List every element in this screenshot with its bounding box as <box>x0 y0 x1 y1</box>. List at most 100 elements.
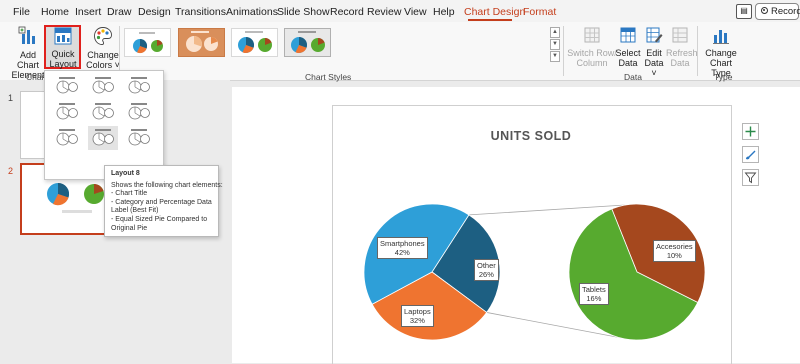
edit-data-icon <box>646 27 663 43</box>
change-colors-label-2: Colors ˅ <box>86 60 120 70</box>
edit-data-label-2: Data ˅ <box>644 58 664 78</box>
layout-option-9[interactable] <box>128 129 150 146</box>
layout-option-1[interactable] <box>56 77 78 94</box>
gallery-scroll-down-icon[interactable]: ▼ <box>550 39 560 50</box>
slide-number-1: 1 <box>8 93 14 103</box>
data-label-smartphones-value: 42 <box>394 248 404 257</box>
layout-option-4[interactable] <box>56 103 78 120</box>
ribbon-separator <box>119 26 120 76</box>
group-label-data: Data <box>624 72 642 82</box>
group-label-chart-styles: Chart Styles <box>305 72 352 82</box>
data-label-laptops[interactable]: Laptops 32% <box>401 305 434 327</box>
tab-insert[interactable]: Insert <box>75 6 101 18</box>
tooltip-line: - Category and Percentage Data <box>111 198 212 206</box>
tab-design[interactable]: Design <box>138 6 171 18</box>
change-colors-button[interactable]: Change Colors ˅ <box>86 26 120 70</box>
edit-data-button[interactable]: Edit Data ˅ <box>641 26 667 78</box>
chart-title[interactable]: UNITS SOLD <box>332 129 730 143</box>
select-data-icon <box>620 27 636 43</box>
ribbon-separator <box>563 26 564 76</box>
refresh-data-button[interactable]: Refresh Data <box>666 26 698 68</box>
switch-row-column-icon <box>584 27 600 43</box>
layout-option-5[interactable] <box>92 103 114 120</box>
record-button[interactable]: Record <box>755 3 800 20</box>
layout-tooltip: Layout 8 Shows the following chart eleme… <box>104 165 223 237</box>
chart-style-2[interactable] <box>178 28 225 57</box>
tab-file[interactable]: File <box>13 6 30 18</box>
plus-icon <box>745 126 756 137</box>
data-label-other[interactable]: Other 26% <box>474 259 499 281</box>
data-label-smartphones-category: Smartphones <box>380 239 425 248</box>
switch-row-column-label-1: Switch Row/ <box>567 48 617 58</box>
select-data-label-2: Data <box>618 58 638 68</box>
tab-draw[interactable]: Draw <box>107 6 132 18</box>
change-chart-type-label-1: Change <box>705 48 737 58</box>
tooltip-line: Label (Best Fit) <box>111 207 159 215</box>
comments-icon[interactable]: ▤ <box>736 4 752 19</box>
data-label-tablets-category: Tablets <box>582 285 606 294</box>
record-icon <box>761 7 768 14</box>
tooltip-line: Original Pie <box>111 224 148 232</box>
connector-line-1 <box>468 204 626 216</box>
chart-style-1[interactable] <box>124 28 171 57</box>
chart-style-4-selected[interactable] <box>284 28 331 57</box>
layout-option-2[interactable] <box>92 77 114 94</box>
menu-bar: File Home Insert Draw Design Transitions… <box>0 0 800 22</box>
add-chart-element-icon <box>18 26 35 44</box>
tooltip-title: Layout 8 <box>111 170 140 177</box>
active-tab-underline <box>468 19 512 21</box>
chart-filters-button[interactable] <box>742 169 759 186</box>
pie-of-pie-chart[interactable] <box>340 180 730 363</box>
layout-option-7[interactable] <box>56 129 78 146</box>
tab-help[interactable]: Help <box>433 6 455 18</box>
chart-styles-button[interactable] <box>742 146 759 163</box>
change-colors-label-1: Change <box>87 50 119 60</box>
quick-layout-gallery <box>44 70 164 180</box>
tab-home[interactable]: Home <box>41 6 69 18</box>
filter-icon <box>744 172 757 184</box>
chart-style-2-preview <box>186 31 218 52</box>
refresh-data-icon <box>672 27 688 43</box>
switch-row-column-label-2: Column <box>576 58 608 68</box>
data-label-laptops-category: Laptops <box>404 307 431 316</box>
data-label-accesories-category: Accesories <box>656 242 693 251</box>
record-button-label: Record <box>771 6 800 17</box>
quick-layout-label-1: Quick <box>51 49 75 59</box>
chart-style-3-preview <box>238 31 272 54</box>
chart-style-3[interactable] <box>231 28 278 57</box>
gallery-more-icon[interactable]: ▼ <box>550 51 560 62</box>
ribbon-separator <box>697 26 698 76</box>
chart-style-4-preview <box>291 31 325 54</box>
tab-transitions[interactable]: Transitions <box>175 6 226 18</box>
tab-chart-design[interactable]: Chart Design <box>464 6 525 18</box>
switch-row-column-button[interactable]: Switch Row/ Column <box>567 26 617 68</box>
tooltip-line: Shows the following chart elements: <box>111 181 223 189</box>
tab-review[interactable]: Review <box>367 6 401 18</box>
group-label-type: Type <box>714 72 733 82</box>
gallery-scroll-up-icon[interactable]: ▲ <box>550 27 560 38</box>
secondary-pie <box>568 203 706 341</box>
data-label-accesories[interactable]: Accesories 10% <box>653 240 696 262</box>
tab-animations[interactable]: Animations <box>226 6 278 18</box>
tab-record[interactable]: Record <box>330 6 364 18</box>
data-label-smartphones[interactable]: Smartphones 42% <box>377 237 428 259</box>
refresh-data-label-1: Refresh <box>666 48 698 58</box>
data-label-tablets[interactable]: Tablets 16% <box>579 283 609 305</box>
layout-option-3[interactable] <box>128 77 150 94</box>
tab-format[interactable]: Format <box>523 6 556 18</box>
layout-option-6[interactable] <box>128 103 150 120</box>
select-data-button[interactable]: Select Data <box>614 26 642 68</box>
change-chart-type-button[interactable]: Change Chart Type <box>700 26 742 78</box>
refresh-data-label-2: Data <box>670 58 690 68</box>
chart-style-1-preview <box>133 32 163 54</box>
layout-option-8[interactable] <box>88 126 118 150</box>
data-label-laptops-value: 32 <box>409 316 419 325</box>
chart-elements-button[interactable] <box>742 123 759 140</box>
tab-slide-show[interactable]: Slide Show <box>277 6 330 18</box>
slide-number-2: 2 <box>8 166 14 176</box>
edit-data-label-1: Edit <box>646 48 662 58</box>
tab-view[interactable]: View <box>404 6 427 18</box>
change-chart-type-icon <box>713 30 729 44</box>
layout-grid <box>56 77 150 150</box>
tooltip-line: - Equal Sized Pie Compared to <box>111 215 208 223</box>
